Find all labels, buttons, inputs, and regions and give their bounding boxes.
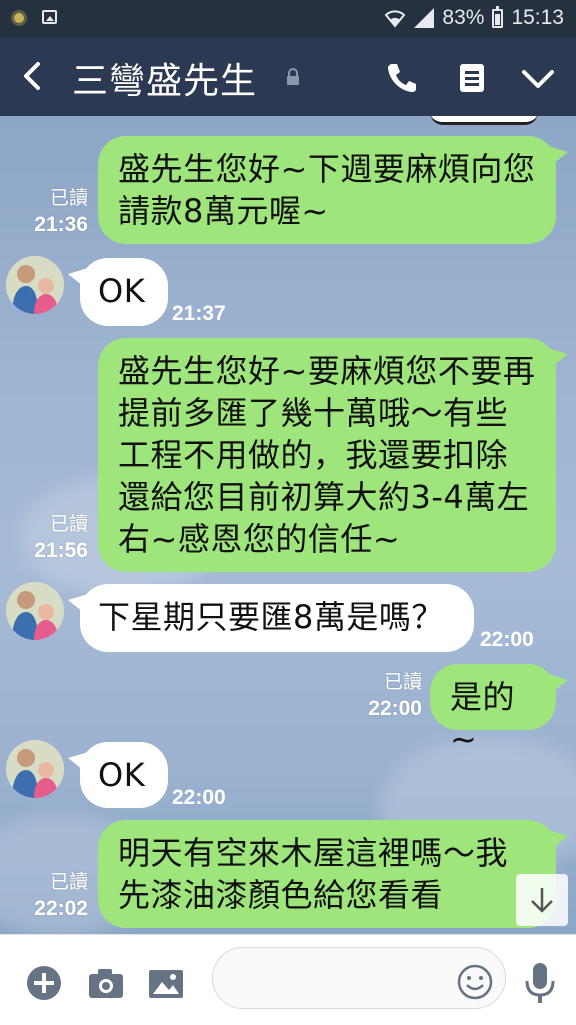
status-bar: 83% 15:13 [0,0,576,38]
sticker-partial [430,116,538,125]
outgoing-message[interactable]: 明天有空來木屋這裡嗎～我先漆油漆顏色給您看看 [98,820,568,928]
back-button[interactable] [16,56,52,96]
smiley-icon[interactable] [456,963,494,1001]
incoming-message[interactable]: 下星期只要匯8萬是嗎？ [68,584,474,652]
wifi-icon [385,10,406,28]
phone-icon [388,64,416,92]
signal-icon [414,8,435,28]
clock: 15:13 [511,6,564,29]
chat-header: 三彎盛先生 [0,38,576,116]
avatar-photo [6,740,64,798]
outgoing-message[interactable]: 盛先生您好~要麻煩您不要再提前多匯了幾十萬哦～有些工程不用做的，我還要扣除還給您… [98,338,568,572]
arrow-down-icon [531,888,553,913]
image-icon[interactable] [146,963,186,1003]
plus-circle-icon[interactable] [24,963,64,1003]
avatar[interactable] [6,256,64,314]
message-meta: 已讀 21:56 [34,514,88,562]
avatar-photo [6,582,64,640]
lock-icon [287,68,299,85]
message-meta: 已讀 22:00 [368,672,422,720]
avatar[interactable] [6,582,64,640]
microphone-icon[interactable] [522,961,558,1005]
outgoing-message[interactable]: 是的~ [430,664,568,758]
note-icon [460,64,484,92]
battery-percent: 83% [442,6,485,29]
message-time: 21:37 [172,302,226,325]
message-time: 22:00 [172,786,226,809]
weather-icon [14,13,24,23]
message-meta: 已讀 21:36 [34,188,88,236]
incoming-message[interactable]: OK [68,258,168,326]
chevron-left-icon [24,62,40,90]
input-bar [0,934,576,1025]
menu-button[interactable] [518,58,558,98]
message-time: 22:00 [480,628,534,651]
gallery-notification-icon [42,10,57,24]
call-button[interactable] [382,58,422,98]
message-meta: 已讀 22:02 [34,872,88,920]
notes-button[interactable] [452,58,492,98]
avatar[interactable] [6,740,64,798]
camera-icon[interactable] [86,963,126,1003]
outgoing-message[interactable]: 盛先生您好~下週要麻煩向您請款8萬元喔~ [98,136,568,244]
incoming-message[interactable]: OK [68,742,168,808]
avatar-photo [6,256,64,314]
chevron-down-icon [522,70,554,88]
chat-area[interactable]: 已讀 21:36 盛先生您好~下週要麻煩向您請款8萬元喔~ OK 21:37 已… [0,116,576,934]
scroll-to-bottom-button[interactable] [516,874,568,926]
battery-icon [492,5,504,28]
chat-title: 三彎盛先生 [72,61,258,102]
